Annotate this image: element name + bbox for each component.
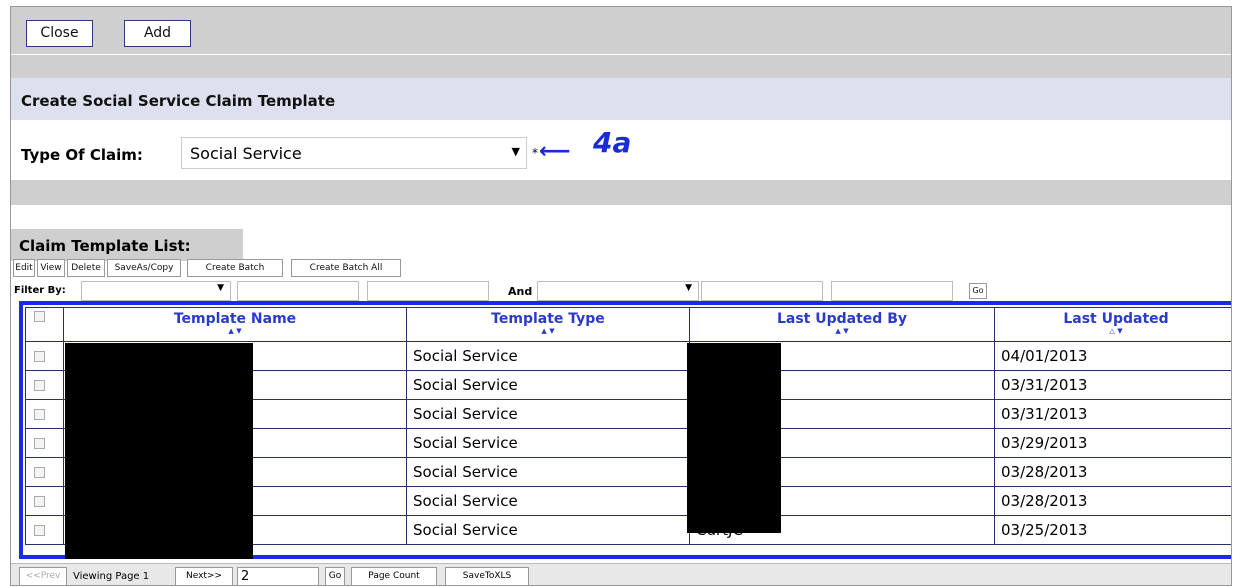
and-label: And — [508, 285, 533, 298]
prev-page-button[interactable]: <<Prev — [19, 567, 67, 585]
annotation-label: 4a — [593, 126, 632, 159]
template-type-cell: Social Service — [406, 486, 690, 516]
list-header: Claim Template List: — [11, 229, 243, 261]
view-button[interactable]: View — [37, 259, 65, 277]
filter-label: Filter By: — [14, 285, 66, 296]
sort-icon[interactable]: ▲ ▼ — [691, 327, 994, 335]
row-checkbox[interactable] — [34, 351, 45, 362]
select-all-checkbox[interactable] — [34, 310, 45, 322]
last-updated-cell: 03/28/2013 — [994, 486, 1231, 516]
last-updated-cell: 03/28/2013 — [994, 457, 1231, 487]
filter-go-button[interactable]: Go — [969, 283, 987, 299]
template-type-cell: Social Service — [406, 428, 690, 458]
column-header-last-updated-by[interactable]: Last Updated By ▲ ▼ — [689, 307, 995, 342]
page-count-button[interactable]: Page Count — [351, 567, 437, 585]
table-header-row: Template Name ▲ ▼ Template Type ▲ ▼ Last U… — [25, 307, 1232, 342]
chevron-down-icon: ▼ — [217, 283, 224, 293]
claim-type-row: Type Of Claim: Social Service ▼ * ⟵ 4a — [11, 120, 1231, 180]
next-page-button[interactable]: Next>> — [175, 567, 233, 585]
row-checkbox[interactable] — [34, 467, 45, 478]
redaction-block — [65, 343, 253, 559]
list-actions: Edit View Delete SaveAs/Copy Create Batc… — [11, 259, 1231, 279]
page-number-input[interactable]: 2 — [237, 567, 319, 585]
sort-icon[interactable]: ▲ ▼ — [65, 327, 406, 335]
redaction-block — [687, 343, 781, 533]
template-type-cell: Social Service — [406, 515, 690, 545]
create-batch-all-button[interactable]: Create Batch All — [291, 259, 401, 277]
filter-field-select-2[interactable]: ▼ — [537, 281, 699, 301]
filter-operator-input-2[interactable] — [701, 281, 823, 301]
template-type-cell: Social Service — [406, 370, 690, 400]
chevron-down-icon: ▼ — [685, 283, 692, 293]
divider-band — [11, 180, 1231, 205]
save-to-xls-button[interactable]: SaveToXLS — [445, 567, 529, 585]
column-header-template-type[interactable]: Template Type ▲ ▼ — [406, 307, 690, 342]
template-type-cell: Social Service — [406, 399, 690, 429]
row-checkbox[interactable] — [34, 438, 45, 449]
row-checkbox[interactable] — [34, 496, 45, 507]
viewing-page-label: Viewing Page 1 — [73, 571, 150, 582]
arrow-left-icon: ⟵ — [539, 139, 571, 164]
create-batch-button[interactable]: Create Batch — [187, 259, 283, 277]
pager: <<Prev Viewing Page 1 Next>> 2 Go Page C… — [11, 563, 1231, 585]
window: Close Add Create Social Service Claim Te… — [10, 6, 1232, 586]
last-updated-cell: 03/25/2013 — [994, 515, 1231, 545]
sort-icon[interactable]: △ ▼ — [996, 327, 1232, 335]
sort-icon[interactable]: ▲ ▼ — [408, 327, 689, 335]
select-all-cell[interactable] — [25, 307, 64, 342]
last-updated-cell: 03/31/2013 — [994, 399, 1231, 429]
claim-type-label: Type Of Claim: — [21, 146, 143, 164]
claim-type-value: Social Service — [190, 144, 302, 163]
divider-band — [11, 55, 1231, 78]
title-band: Create Social Service Claim Template — [11, 78, 1231, 120]
last-updated-cell: 03/29/2013 — [994, 428, 1231, 458]
required-mark: * — [532, 146, 538, 160]
column-header-last-updated[interactable]: Last Updated △ ▼ — [994, 307, 1232, 342]
filter-value-input-2[interactable] — [831, 281, 953, 301]
template-table-frame: Template Name ▲ ▼ Template Type ▲ ▼ Last U… — [19, 301, 1232, 559]
toolbar: Close Add — [11, 7, 1231, 54]
row-checkbox[interactable] — [34, 525, 45, 536]
filter-value-input[interactable] — [367, 281, 489, 301]
page-title: Create Social Service Claim Template — [21, 92, 336, 110]
go-page-button[interactable]: Go — [325, 567, 345, 585]
filter-operator-input[interactable] — [237, 281, 359, 301]
list-title: Claim Template List: — [19, 237, 191, 255]
filter-row: Filter By: ▼ And ▼ Go — [11, 279, 1231, 303]
template-type-cell: Social Service — [406, 457, 690, 487]
row-checkbox[interactable] — [34, 409, 45, 420]
delete-button[interactable]: Delete — [67, 259, 105, 277]
save-as-copy-button[interactable]: SaveAs/Copy — [107, 259, 181, 277]
close-button[interactable]: Close — [26, 20, 93, 47]
last-updated-cell: 04/01/2013 — [994, 341, 1231, 371]
template-type-cell: Social Service — [406, 341, 690, 371]
filter-field-select[interactable]: ▼ — [81, 281, 231, 301]
chevron-down-icon: ▼ — [511, 145, 520, 158]
claim-type-select[interactable]: Social Service ▼ — [181, 137, 527, 169]
last-updated-cell: 03/31/2013 — [994, 370, 1231, 400]
add-button[interactable]: Add — [124, 20, 191, 47]
row-checkbox[interactable] — [34, 380, 45, 391]
edit-button[interactable]: Edit — [13, 259, 35, 277]
column-header-template-name[interactable]: Template Name ▲ ▼ — [63, 307, 407, 342]
